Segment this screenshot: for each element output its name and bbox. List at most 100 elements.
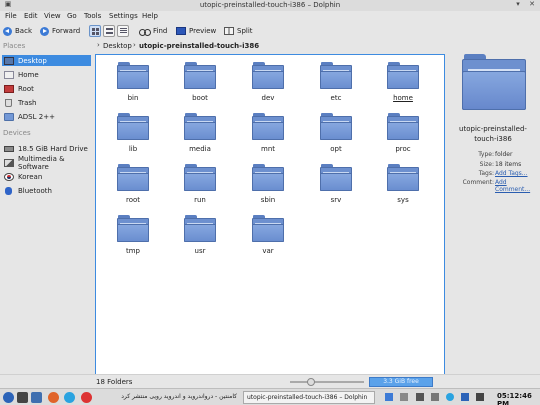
breadcrumb-desktop[interactable]: Desktop (103, 42, 132, 50)
folder-item[interactable]: bin (108, 62, 160, 108)
compact-view-button[interactable] (103, 25, 115, 37)
menu-settings[interactable]: Settings (109, 12, 138, 20)
menu-help[interactable]: Help (142, 12, 158, 20)
folder-item[interactable]: dev (243, 62, 295, 108)
folder-item[interactable]: opt (311, 113, 363, 159)
device-bluetooth[interactable]: Bluetooth (2, 185, 91, 196)
folder-item[interactable]: sys (378, 164, 430, 210)
volume-icon[interactable] (476, 393, 484, 401)
folder-label: boot (192, 94, 208, 102)
place-trash[interactable]: Trash (2, 97, 91, 108)
folder-item[interactable]: run (175, 164, 227, 210)
folder-item[interactable]: sbin (243, 164, 295, 210)
preview-icon (176, 27, 186, 35)
free-space-indicator[interactable]: 3.3 GiB free (369, 377, 433, 387)
network-icon[interactable] (385, 393, 393, 401)
place-label: Home (18, 70, 39, 79)
folder-label: media (189, 145, 211, 153)
bluetooth-tray-icon[interactable] (461, 393, 469, 401)
folder-icon (117, 62, 149, 90)
split-button[interactable]: Split (224, 25, 253, 37)
folder-item[interactable]: media (175, 113, 227, 159)
place-root[interactable]: Root (2, 83, 91, 94)
zoom-slider[interactable] (290, 378, 364, 386)
folder-item[interactable]: var (243, 215, 295, 261)
folder-icon (387, 62, 419, 90)
device-korean[interactable]: Korean (2, 171, 91, 182)
folder-item[interactable]: usr (175, 215, 227, 261)
add-tags-link[interactable]: Add Tags... (495, 170, 528, 177)
places-title: Places (3, 42, 26, 50)
chevron-right-icon: › (133, 41, 136, 49)
folder-item[interactable]: etc (311, 62, 363, 108)
folder-item[interactable]: srv (311, 164, 363, 210)
menu-bar: File Edit View Go Tools Settings Help (0, 11, 540, 22)
telegram-tray-icon[interactable] (446, 393, 454, 401)
menu-view[interactable]: View (44, 12, 61, 20)
zoom-slider-handle[interactable] (307, 378, 315, 386)
file-manager-icon[interactable] (31, 392, 42, 403)
keyboard-icon[interactable] (400, 393, 408, 401)
folder-label: mnt (261, 145, 275, 153)
chrome-icon[interactable] (81, 392, 92, 403)
title-bar: ▣ utopic-preinstalled-touch-i386 – Dolph… (0, 0, 540, 11)
close-icon[interactable]: ✕ (527, 0, 537, 8)
folder-item[interactable]: boot (175, 62, 227, 108)
place-adsl[interactable]: ADSL 2++ (2, 111, 91, 122)
root-folder-icon (4, 84, 14, 93)
folder-item[interactable]: root (108, 164, 160, 210)
file-view[interactable]: bin boot dev etc home lib media mnt opt proc root r… (95, 54, 445, 375)
folder-icon (387, 113, 419, 141)
minimize-icon[interactable]: ▾ (513, 0, 523, 8)
breadcrumb: › Desktop › utopic-preinstalled-touch-i3… (93, 40, 446, 53)
details-view-button[interactable] (117, 25, 129, 37)
folder-item[interactable]: proc (378, 113, 430, 159)
menu-go[interactable]: Go (67, 12, 77, 20)
folder-label: sys (397, 196, 409, 204)
folder-icon (320, 113, 352, 141)
arrow-right-icon (40, 26, 49, 36)
clipboard-icon[interactable] (416, 393, 424, 401)
folder-label: home (393, 94, 413, 102)
info-type-value: folder (495, 151, 513, 158)
back-button[interactable]: Back (3, 25, 32, 37)
place-desktop[interactable]: Desktop (2, 55, 91, 66)
folder-icon (184, 164, 216, 192)
device-multimedia[interactable]: Multimedia & Software (2, 155, 91, 171)
firefox-icon[interactable] (48, 392, 59, 403)
add-comment-link[interactable]: Add Comment... (495, 179, 540, 193)
folder-label: run (194, 196, 206, 204)
status-text: 18 Folders (96, 378, 133, 386)
menu-tools[interactable]: Tools (84, 12, 101, 20)
folder-label: srv (330, 196, 342, 204)
devices-title: Devices (3, 129, 31, 137)
folder-icon (117, 113, 149, 141)
device-label: Bluetooth (18, 186, 52, 195)
find-button[interactable]: Find (139, 25, 167, 37)
folder-icon (117, 215, 149, 243)
menu-file[interactable]: File (5, 12, 17, 20)
folder-icon (184, 113, 216, 141)
device-hard-drive[interactable]: 18.5 GiB Hard Drive (2, 143, 91, 154)
folder-item[interactable]: mnt (243, 113, 295, 159)
forward-button[interactable]: Forward (40, 25, 80, 37)
folder-label: proc (395, 145, 411, 153)
hard-drive-icon (4, 145, 14, 152)
task-browser[interactable]: کامنتین - درواندروید و اندروید رویی منتش… (97, 391, 240, 404)
window-title: utopic-preinstalled-touch-i386 – Dolphin (199, 1, 341, 9)
icons-view-button[interactable] (89, 25, 101, 37)
folder-item[interactable]: home (378, 62, 430, 108)
preview-button[interactable]: Preview (176, 25, 216, 37)
folder-item[interactable]: lib (108, 113, 160, 159)
place-home[interactable]: Home (2, 69, 91, 80)
telegram-icon[interactable] (64, 392, 75, 403)
task-dolphin[interactable]: utopic-preinstalled-touch-i386 – Dolphin (243, 391, 375, 404)
breadcrumb-current[interactable]: utopic-preinstalled-touch-i386 (139, 42, 259, 50)
terminal-icon[interactable] (17, 392, 28, 403)
folder-item[interactable]: tmp (108, 215, 160, 261)
notifications-icon[interactable] (431, 393, 439, 401)
start-menu-icon[interactable] (3, 392, 14, 403)
chevron-right-icon: › (97, 41, 100, 49)
menu-edit[interactable]: Edit (24, 12, 38, 20)
info-size-label: Size: (479, 161, 494, 168)
